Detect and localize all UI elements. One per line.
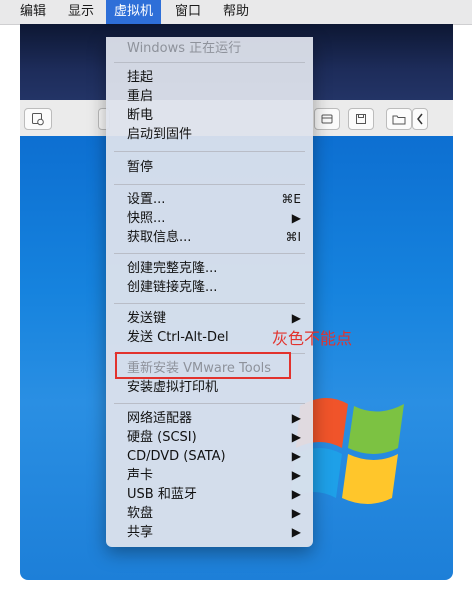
menu-item-label: 启动到固件 — [127, 127, 193, 142]
submenu-arrow-icon: ▶ — [291, 211, 301, 225]
submenu-arrow-icon: ▶ — [291, 449, 301, 463]
virtual-machine-dropdown: Windows 正在运行 挂起 重启 断电 启动到固件 暂停 设置... ⌘E 快… — [106, 37, 313, 547]
menu-item-label: 硬盘 (SCSI) — [127, 430, 197, 445]
submenu-arrow-icon: ▶ — [291, 525, 301, 539]
menu-item-label: CD/DVD (SATA) — [127, 449, 226, 464]
shared-folder-icon-button[interactable] — [386, 108, 412, 130]
vm-settings-button[interactable] — [24, 108, 52, 130]
menu-item-hard-disk[interactable]: 硬盘 (SCSI) ▶ — [106, 428, 313, 447]
shortcut-label: ⌘I — [285, 230, 301, 244]
menu-item-label: 发送键 — [127, 311, 167, 326]
menu-item-pause[interactable]: 暂停 — [106, 158, 313, 177]
menu-item-power-off[interactable]: 断电 — [106, 106, 313, 125]
menu-item-label: 创建完整克隆... — [127, 261, 218, 276]
menu-item-label: 发送 Ctrl-Alt-Del — [127, 330, 229, 345]
menu-item-label: USB 和蓝牙 — [127, 487, 197, 502]
vm-status-item: Windows 正在运行 — [106, 39, 313, 58]
menu-item-sharing[interactable]: 共享 ▶ — [106, 523, 313, 542]
menu-separator — [114, 184, 305, 185]
annotation-text: 灰色不能点 — [272, 329, 353, 348]
menu-item-label: 网络适配器 — [127, 411, 193, 426]
app-menubar: 编辑 显示 虚拟机 窗口 帮助 — [0, 0, 472, 25]
menu-item-linked-clone[interactable]: 创建链接克隆... — [106, 278, 313, 297]
menu-item-label: 共享 — [127, 525, 154, 540]
menu-separator — [114, 62, 305, 63]
submenu-arrow-icon: ▶ — [291, 411, 301, 425]
menu-item-settings[interactable]: 设置... ⌘E — [106, 190, 313, 209]
menu-item-restart[interactable]: 重启 — [106, 87, 313, 106]
menu-separator — [114, 303, 305, 304]
menu-help[interactable]: 帮助 — [215, 0, 257, 24]
disk-icon — [321, 114, 333, 124]
submenu-arrow-icon: ▶ — [291, 430, 301, 444]
menu-item-cd-dvd[interactable]: CD/DVD (SATA) ▶ — [106, 447, 313, 466]
menu-item-network-adapter[interactable]: 网络适配器 ▶ — [106, 409, 313, 428]
disk-icon-button[interactable] — [314, 108, 340, 130]
menu-item-label: 暂停 — [127, 160, 154, 175]
menu-view[interactable]: 显示 — [60, 0, 102, 24]
shortcut-label: ⌘E — [281, 192, 301, 206]
menu-item-snapshots[interactable]: 快照... ▶ — [106, 209, 313, 228]
menu-item-install-virtual-printer[interactable]: 安装虚拟打印机 — [106, 378, 313, 397]
menu-item-label: 快照... — [127, 211, 166, 226]
menu-separator — [114, 151, 305, 152]
menu-item-label: 挂起 — [127, 70, 154, 85]
menu-separator — [114, 403, 305, 404]
menu-item-usb-bluetooth[interactable]: USB 和蓝牙 ▶ — [106, 485, 313, 504]
menu-item-full-clone[interactable]: 创建完整克隆... — [106, 259, 313, 278]
menu-edit[interactable]: 编辑 — [12, 0, 54, 24]
annotation-highlight-box — [115, 352, 291, 379]
menu-item-label: 安装虚拟打印机 — [127, 380, 219, 395]
menu-item-sound-card[interactable]: 声卡 ▶ — [106, 466, 313, 485]
menu-item-label: 设置... — [127, 192, 166, 207]
menu-item-label: 软盘 — [127, 506, 154, 521]
menu-item-label: 声卡 — [127, 468, 154, 483]
submenu-arrow-icon: ▶ — [291, 468, 301, 482]
menu-item-get-info[interactable]: 获取信息... ⌘I — [106, 228, 313, 247]
vm-status-label: Windows 正在运行 — [127, 41, 242, 56]
submenu-arrow-icon: ▶ — [291, 487, 301, 501]
floppy-icon-button[interactable] — [348, 108, 374, 130]
menu-item-boot-firmware[interactable]: 启动到固件 — [106, 125, 313, 144]
shared-folder-icon — [392, 115, 406, 125]
chevron-left-icon[interactable] — [412, 108, 428, 130]
submenu-arrow-icon: ▶ — [291, 506, 301, 520]
menu-item-label: 获取信息... — [127, 230, 192, 245]
floppy-icon — [356, 114, 366, 124]
menu-item-label: 断电 — [127, 108, 154, 123]
menu-window[interactable]: 窗口 — [167, 0, 209, 24]
menu-item-label: 重启 — [127, 89, 154, 104]
vm-icon — [32, 113, 44, 126]
menu-separator — [114, 253, 305, 254]
menu-item-suspend[interactable]: 挂起 — [106, 68, 313, 87]
menu-item-label: 创建链接克隆... — [127, 280, 218, 295]
menu-item-floppy[interactable]: 软盘 ▶ — [106, 504, 313, 523]
menu-virtual-machine[interactable]: 虚拟机 — [106, 0, 162, 24]
